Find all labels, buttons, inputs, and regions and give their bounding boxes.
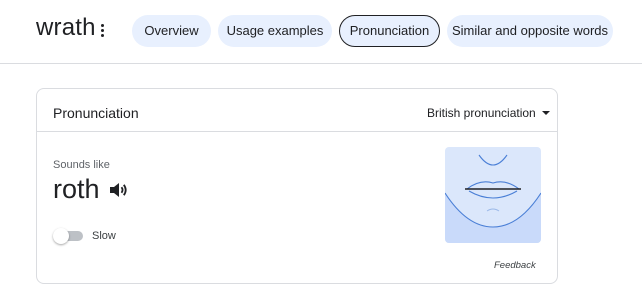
accent-dropdown-label: British pronunciation <box>427 106 536 120</box>
tab-pronunciation[interactable]: Pronunciation <box>339 15 440 47</box>
card-title: Pronunciation <box>53 105 139 121</box>
tab-similar-opposite-words[interactable]: Similar and opposite words <box>447 15 613 47</box>
slow-toggle[interactable] <box>53 228 83 244</box>
card-header: Pronunciation British pronunciation <box>37 89 557 132</box>
feedback-link[interactable]: Feedback <box>494 260 536 271</box>
mouth-illustration-icon <box>445 147 541 243</box>
toggle-thumb <box>53 228 69 244</box>
pronunciation-card: Pronunciation British pronunciation Soun… <box>36 88 558 284</box>
slow-label: Slow <box>92 230 116 242</box>
top-bar: wrath Overview Usage examples Pronunciat… <box>0 0 642 64</box>
headword: wrath <box>36 14 96 41</box>
phonetic-spelling: roth <box>53 174 100 204</box>
more-vert-icon[interactable] <box>96 22 108 40</box>
tab-usage-examples[interactable]: Usage examples <box>218 15 332 47</box>
accent-dropdown[interactable]: British pronunciation <box>427 106 550 120</box>
tab-overview[interactable]: Overview <box>132 15 211 47</box>
sounds-like-label: Sounds like <box>53 159 110 171</box>
dropdown-arrow-icon <box>541 110 550 115</box>
speaker-icon[interactable] <box>109 181 129 199</box>
